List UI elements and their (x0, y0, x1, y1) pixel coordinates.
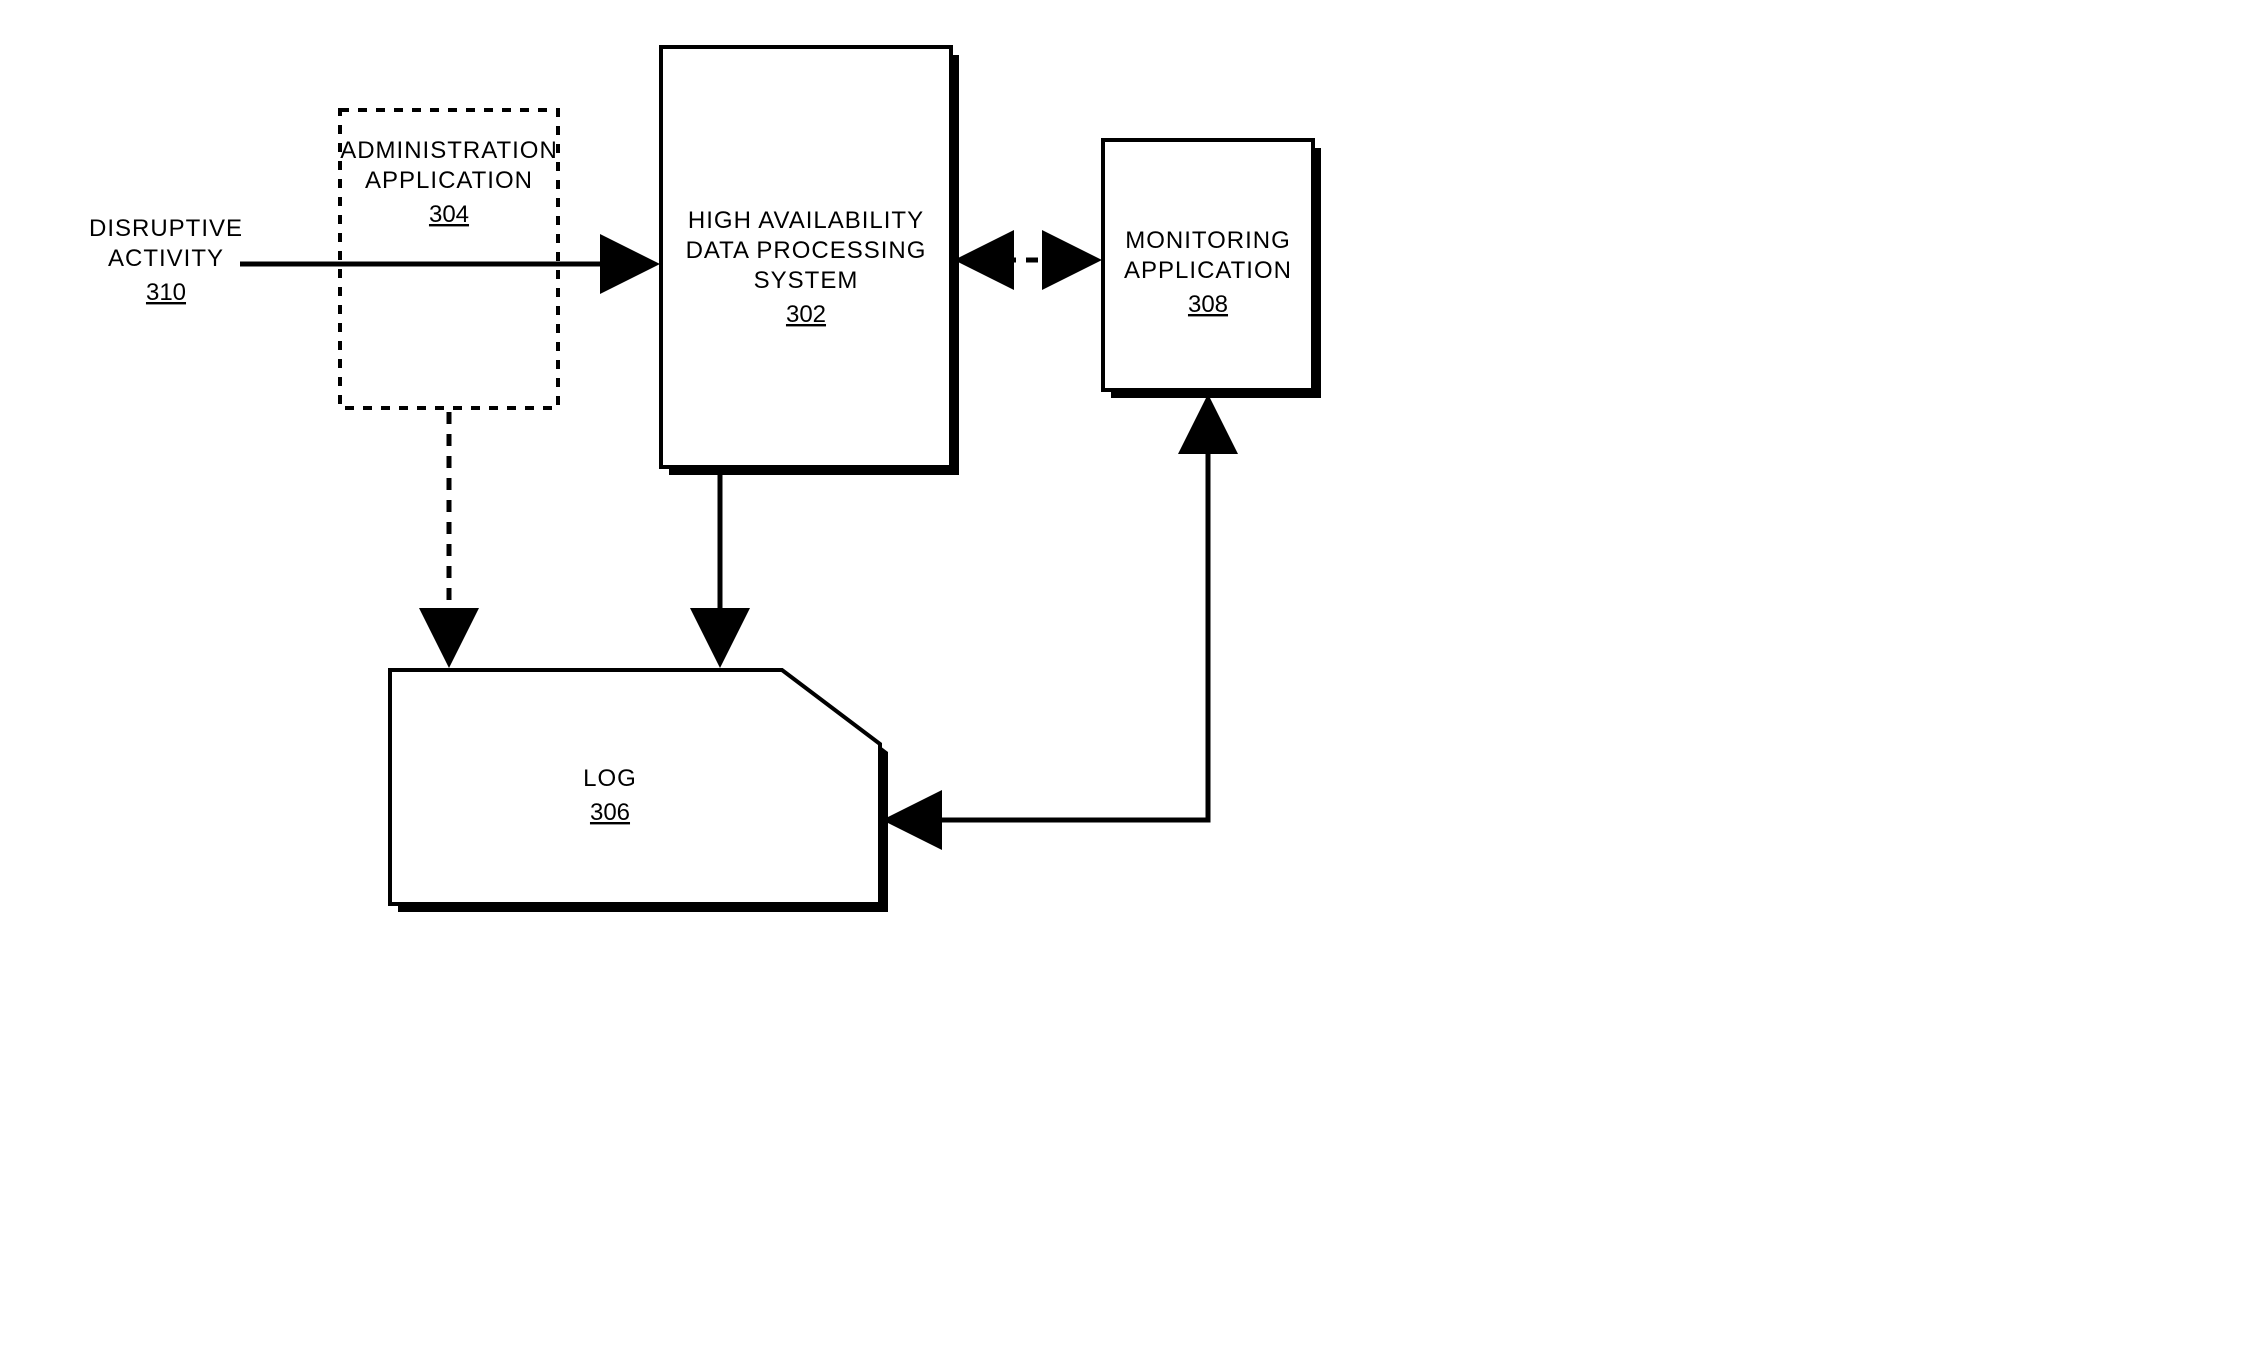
node-disruptive-activity: DISRUPTIVE ACTIVITY 310 (89, 215, 243, 306)
monitor-ref: 308 (1188, 291, 1228, 318)
system-diagram: DISRUPTIVE ACTIVITY 310 ADMINISTRATION A… (0, 0, 2255, 1357)
hads-ref: 302 (786, 301, 826, 328)
node-hads: HIGH AVAILABILITY DATA PROCESSING SYSTEM… (661, 47, 959, 475)
log-ref: 306 (590, 799, 630, 826)
admin-label-1: ADMINISTRATION (340, 137, 558, 164)
log-label-1: LOG (583, 765, 637, 792)
node-monitoring-app: MONITORING APPLICATION 308 (1103, 140, 1321, 398)
monitor-label-2: APPLICATION (1124, 257, 1292, 284)
monitor-label-1: MONITORING (1125, 227, 1291, 254)
disruptive-label-1: DISRUPTIVE (89, 215, 243, 242)
disruptive-ref: 310 (146, 279, 186, 306)
admin-label-2: APPLICATION (365, 167, 533, 194)
hads-label-3: SYSTEM (754, 267, 859, 294)
node-log: LOG 306 (390, 670, 888, 912)
disruptive-label-2: ACTIVITY (108, 245, 224, 272)
node-admin-app: ADMINISTRATION APPLICATION 304 (340, 110, 558, 408)
admin-ref: 304 (429, 201, 469, 228)
hads-label-1: HIGH AVAILABILITY (688, 207, 924, 234)
hads-label-2: DATA PROCESSING (686, 237, 927, 264)
